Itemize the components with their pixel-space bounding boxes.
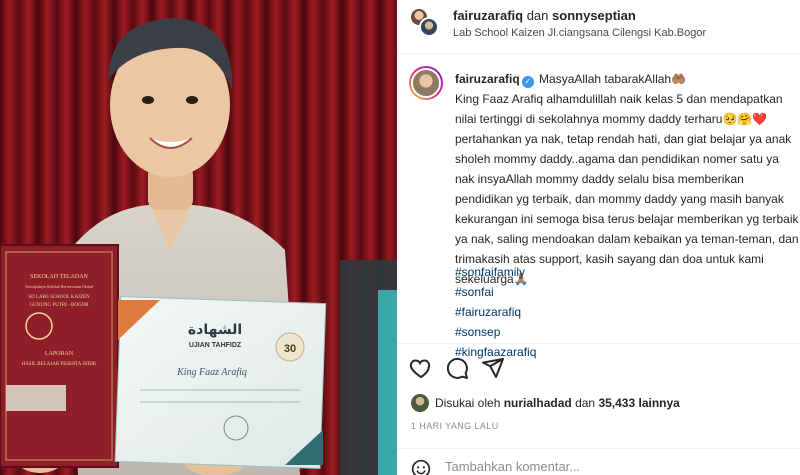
report-book: SEKOLAH TELADAN Terwujudnya Sekolah Berw… (0, 244, 119, 468)
book-line2: Terwujudnya Sekolah Berwawasan Global (25, 284, 94, 289)
hashtag-list: #sonfaifamily #sonfai #fairuzarafiq #son… (455, 262, 536, 362)
caption-line: nak insyaAllah mommy daddy selalu bisa m… (455, 172, 744, 186)
caption-line: pendidikan yg terbaik, dan mommy daddy y… (455, 192, 784, 206)
collab-avatars[interactable] (409, 7, 439, 37)
section-divider (397, 343, 800, 344)
cert-arabic-title: الشهادة (188, 322, 242, 338)
caption-line: kekurangan ini semoga bisa terus belajar… (455, 212, 799, 226)
liker-avatar[interactable] (411, 394, 429, 412)
collab-usernames: fairuzarafiq dan sonnyseptian (453, 8, 636, 23)
caption-line: nilai tertinggi di sekolahnya mommy dadd… (455, 112, 768, 126)
cert-score: 30 (284, 343, 296, 355)
caption-line: King Faaz Arafiq alhamdulillah naik kela… (455, 92, 783, 106)
photo-illustration: SEKOLAH TELADAN Terwujudnya Sekolah Berw… (0, 0, 397, 475)
likes-prefix: Disukai oleh (435, 396, 501, 410)
header-username-2[interactable]: sonnyseptian (552, 8, 636, 23)
hashtag-link[interactable]: #sonfaifamily (455, 262, 536, 282)
hashtag-link[interactable]: #sonsep (455, 322, 536, 342)
book-line3: SD LABS SCHOOL KAIZEN (28, 295, 90, 300)
book-line5: LAPORAN (45, 351, 74, 357)
post-photo[interactable]: SEKOLAH TELADAN Terwujudnya Sekolah Berw… (0, 0, 397, 475)
book-line1: SEKOLAH TELADAN (30, 274, 88, 280)
cert-subtitle: UJIAN TAHFIDZ (189, 342, 242, 349)
comment-bar (397, 448, 800, 475)
likes-count[interactable]: 35,433 lainnya (598, 396, 679, 410)
caption-line: MasyaAllah tabarakAllah🤲🏽 (539, 72, 687, 86)
likes-summary: Disukai oleh nurialhadad dan 35,433 lain… (411, 394, 680, 412)
post-header: fairuzarafiq dan sonnyseptian Lab School… (397, 0, 800, 54)
comment-icon[interactable] (445, 356, 469, 380)
header-connector: dan (526, 8, 549, 23)
caption-avatar[interactable] (409, 66, 443, 100)
comment-input[interactable] (445, 459, 775, 474)
caption-first-line: fairuzarafiq ✓ MasyaAllah tabarakAllah🤲🏽 (455, 69, 800, 89)
post-details-panel: fairuzarafiq dan sonnyseptian Lab School… (397, 0, 800, 475)
liker-username[interactable]: nurialhadad (504, 396, 572, 410)
hashtag-link[interactable]: #sonfai (455, 282, 536, 302)
caption-line: ya nak, saling mendoakan dalam kebaikan … (455, 232, 799, 246)
caption-line: pertahankan ya nak, tetap rendah hati, d… (455, 132, 792, 146)
certificate: الشهادة UJIAN TAHFIDZ 30 King Faaz Arafi… (114, 295, 327, 470)
likes-connector: dan (575, 396, 596, 410)
hashtag-link[interactable]: #fairuzarafiq (455, 302, 536, 322)
post-caption: fairuzarafiq ✓ MasyaAllah tabarakAllah🤲🏽 … (455, 69, 800, 289)
post-timestamp[interactable]: 1 HARI YANG LALU (411, 421, 499, 431)
share-icon[interactable] (481, 356, 505, 380)
heart-icon[interactable] (409, 356, 433, 380)
book-line4: GUNUNG PUTRI - BOGOR (29, 303, 89, 308)
book-line6: HASIL BELAJAR PESERTA DIDIK (21, 362, 96, 367)
header-username-1[interactable]: fairuzarafiq (453, 8, 523, 23)
location-link[interactable]: Lab School Kaizen Jl.ciangsana Cilengsi … (453, 27, 706, 39)
cert-recipient: King Faaz Arafiq (176, 367, 247, 378)
avatar-user2[interactable] (419, 17, 439, 37)
caption-line: sholeh mommy daddy..agama dan pendidikan… (455, 152, 779, 166)
caption-username[interactable]: fairuzarafiq (455, 72, 520, 86)
verified-badge-icon: ✓ (521, 76, 534, 88)
emoji-icon[interactable] (411, 459, 431, 475)
